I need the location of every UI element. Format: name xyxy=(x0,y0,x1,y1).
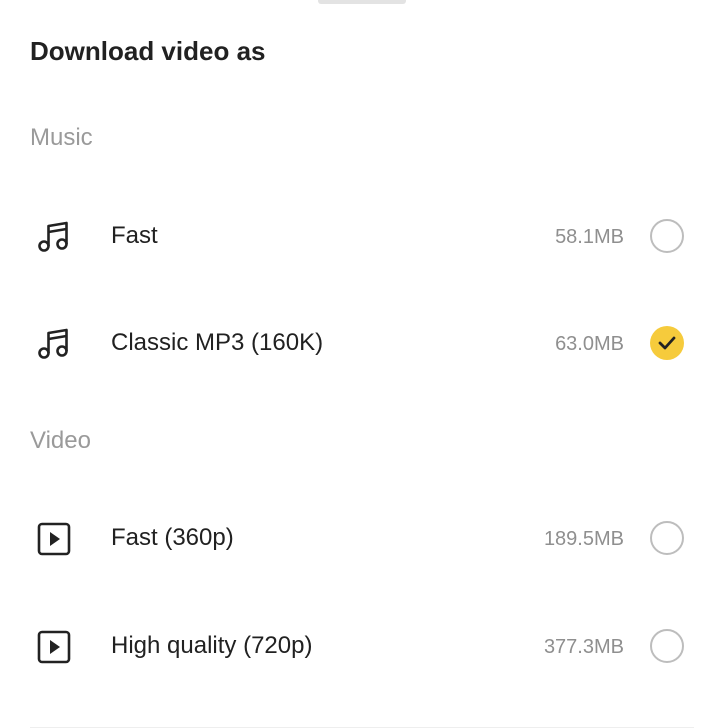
option-music-classic-mp3[interactable]: Classic MP3 (160K) 63.0MB xyxy=(0,304,724,384)
checkmark-icon xyxy=(658,336,676,350)
option-label: Fast (360p) xyxy=(111,524,234,551)
radio-button[interactable] xyxy=(650,629,684,663)
option-label: Fast xyxy=(111,222,158,249)
music-note-icon xyxy=(36,219,72,255)
option-label: High quality (720p) xyxy=(111,632,313,659)
radio-button[interactable] xyxy=(650,219,684,253)
section-header-video: Video xyxy=(30,427,91,454)
play-video-icon xyxy=(36,629,72,665)
option-video-high-quality-720p[interactable]: High quality (720p) 377.3MB xyxy=(0,607,724,687)
radio-button[interactable] xyxy=(650,521,684,555)
option-music-fast[interactable]: Fast 58.1MB xyxy=(0,197,724,277)
section-header-music: Music xyxy=(30,124,93,151)
music-note-icon xyxy=(36,326,72,362)
sheet-drag-handle[interactable] xyxy=(318,0,406,4)
sheet-title: Download video as xyxy=(30,36,266,66)
option-size: 189.5MB xyxy=(543,528,624,550)
radio-button-checked[interactable] xyxy=(650,326,684,360)
option-size: 58.1MB xyxy=(555,226,624,248)
option-size: 63.0MB xyxy=(555,333,624,355)
option-video-fast-360p[interactable]: Fast (360p) 189.5MB xyxy=(0,499,724,579)
option-size: 377.3MB xyxy=(543,636,624,658)
play-video-icon xyxy=(36,521,72,557)
option-label: Classic MP3 (160K) xyxy=(111,329,324,356)
